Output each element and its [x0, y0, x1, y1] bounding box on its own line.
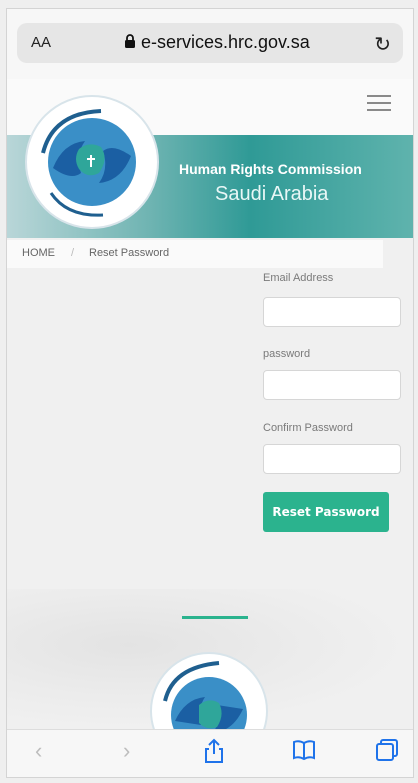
back-icon[interactable]: ‹: [35, 738, 42, 764]
banner-title: Human Rights Commission: [179, 161, 362, 177]
bookmarks-icon[interactable]: [292, 738, 316, 762]
hrc-logo[interactable]: [23, 93, 161, 231]
password-input[interactable]: [263, 370, 401, 400]
url-text: e-services.hrc.gov.sa: [141, 32, 310, 52]
text-size-button[interactable]: AA: [31, 34, 51, 51]
breadcrumb-separator: /: [71, 247, 75, 259]
breadcrumb-current: Reset Password: [89, 247, 170, 259]
reload-icon[interactable]: ↻: [374, 32, 391, 57]
email-label: Email Address: [263, 272, 334, 284]
browser-toolbar: ‹ ›: [7, 729, 413, 777]
forward-icon[interactable]: ›: [123, 738, 130, 764]
breadcrumb-home-link[interactable]: HOME: [22, 247, 55, 259]
lock-icon: [125, 34, 135, 48]
menu-icon[interactable]: [367, 95, 391, 111]
tabs-icon[interactable]: [375, 738, 399, 762]
share-icon[interactable]: [203, 738, 225, 764]
reset-password-button[interactable]: Reset Password: [263, 492, 389, 532]
url-field[interactable]: AA e-services.hrc.gov.sa ↻: [17, 23, 403, 63]
footer-logo: [150, 652, 268, 729]
banner-subtitle: Saudi Arabia: [215, 183, 329, 205]
confirm-password-label: Confirm Password: [263, 422, 353, 434]
browser-address-bar: AA e-services.hrc.gov.sa ↻: [7, 9, 413, 79]
web-page: Human Rights Commission Saudi Arabia HOM…: [7, 79, 413, 729]
footer-divider: [182, 616, 248, 619]
email-input[interactable]: [263, 297, 401, 327]
password-label: password: [263, 348, 311, 360]
confirm-password-input[interactable]: [263, 444, 401, 474]
breadcrumb: HOME / Reset Password: [7, 240, 383, 268]
phone-screen: AA e-services.hrc.gov.sa ↻ Human Rights …: [6, 8, 414, 778]
